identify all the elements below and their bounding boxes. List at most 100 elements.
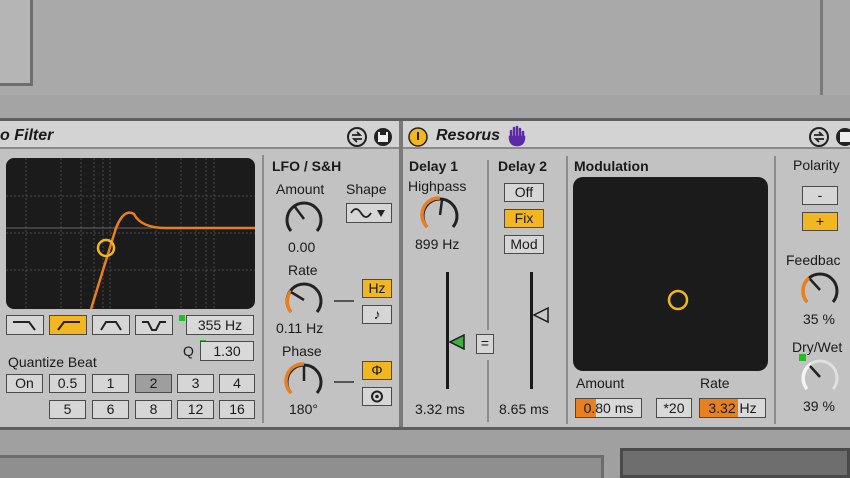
polarity-plus-button[interactable]: +: [802, 212, 838, 231]
spin-icon: [371, 390, 383, 403]
note-icon: ♪: [373, 306, 381, 322]
arrangement-divider: [820, 0, 823, 95]
delay2-time-slider[interactable]: [530, 272, 533, 389]
device-separator: [399, 121, 403, 427]
lfo-rate-label: Rate: [288, 262, 318, 278]
device-power-icon[interactable]: [407, 126, 429, 148]
save-preset-icon[interactable]: [372, 126, 394, 148]
drywet-knob[interactable]: [798, 356, 842, 396]
bandpass-icon: [100, 321, 122, 331]
mod-rate-unit: Hz: [739, 400, 757, 416]
delay2-mod-button[interactable]: Mod: [504, 235, 544, 254]
delay2-fix-button[interactable]: Fix: [504, 209, 544, 228]
lower-clip-view: [620, 448, 850, 478]
drywet-label: Dry/Wet: [792, 339, 843, 355]
highpass-icon: [57, 321, 80, 331]
quantize-beat-label: Quantize Beat: [8, 354, 97, 370]
auto-filter-title-bar[interactable]: [0, 121, 399, 149]
delay1-time-slider[interactable]: [446, 272, 449, 389]
lfo-shape-dropdown[interactable]: [346, 203, 392, 223]
modulation-heading: Modulation: [574, 158, 649, 174]
delay2-heading: Delay 2: [498, 158, 548, 174]
delay-divider-bottom: [487, 360, 489, 422]
section-divider: [262, 155, 264, 423]
quantize-8-button[interactable]: 8: [135, 400, 172, 419]
highpass-label: Highpass: [408, 178, 467, 194]
highpass-knob[interactable]: [418, 194, 462, 234]
sine-wave-icon: [350, 208, 385, 218]
auto-filter-title: o Filter: [0, 127, 54, 144]
filter-type-highpass[interactable]: [49, 315, 87, 335]
mod-amount-label: Amount: [576, 375, 625, 391]
arrangement-track-header: [0, 0, 33, 86]
lfo-phase-label: Phase: [282, 343, 322, 359]
frequency-field[interactable]: 355 Hz: [186, 315, 254, 335]
mod-rate-field[interactable]: 3.32 Hz: [699, 398, 766, 418]
lower-slot: [0, 455, 604, 478]
arrangement-area: [0, 0, 850, 95]
feedback-value: 35 %: [803, 311, 835, 327]
polarity-divider: [774, 156, 776, 424]
lfo-shape-label: Shape: [346, 181, 387, 197]
quantize-3-button[interactable]: 3: [177, 374, 214, 393]
quantize-2-button[interactable]: 2: [135, 374, 172, 393]
lfo-sync-button[interactable]: ♪: [362, 305, 392, 324]
drywet-value: 39 %: [803, 398, 835, 414]
lfo-phase-value: 180°: [289, 401, 318, 417]
modulation-xy-pad[interactable]: [573, 177, 768, 371]
filter-type-bandpass[interactable]: [92, 315, 130, 335]
freq-mod-indicator: [179, 315, 185, 321]
delay2-off-button[interactable]: Off: [504, 183, 544, 202]
filter-type-lowpass[interactable]: [6, 315, 44, 335]
save-preset-icon-2[interactable]: [834, 126, 850, 148]
quantize-12-button[interactable]: 12: [177, 400, 214, 419]
mod-amount-field[interactable]: 0.80 ms: [575, 398, 642, 418]
lfo-rate-value: 0.11 Hz: [276, 320, 324, 336]
quantize-4-button[interactable]: 4: [219, 374, 255, 393]
hot-swap-icon[interactable]: [346, 126, 368, 148]
quantize-5-button[interactable]: 5: [49, 400, 86, 419]
delay2-slider-handle[interactable]: [532, 307, 550, 323]
lfo-spin-button[interactable]: [362, 387, 392, 406]
quantize-1-button[interactable]: 1: [92, 374, 129, 393]
polarity-label: Polarity: [793, 157, 840, 173]
max-device-hand-icon: [508, 125, 526, 147]
quantize-0-5-button[interactable]: 0.5: [49, 374, 86, 393]
filter-display[interactable]: [6, 158, 255, 309]
delay1-heading: Delay 1: [409, 158, 459, 174]
mod-amount-value: 0.80 ms: [583, 400, 634, 416]
notch-icon: [142, 321, 166, 331]
delay1-slider-handle[interactable]: [448, 334, 466, 350]
quantize-on-button[interactable]: On: [6, 374, 43, 393]
lfo-phase-knob[interactable]: [282, 360, 326, 400]
q-label: Q: [183, 343, 194, 359]
hot-swap-icon-2[interactable]: [808, 126, 830, 148]
resorus-title: Resorus: [436, 127, 501, 144]
lfo-rate-knob[interactable]: [282, 279, 326, 319]
lfo-amount-knob[interactable]: [282, 198, 326, 238]
rate-link-line: [334, 300, 354, 302]
lowpass-icon: [13, 321, 36, 331]
q-field[interactable]: 1.30: [200, 341, 254, 361]
highpass-value: 899 Hz: [415, 236, 460, 252]
filter-type-notch[interactable]: [135, 315, 173, 335]
lfo-amount-value: 0.00: [288, 239, 316, 255]
lfo-hz-button[interactable]: Hz: [362, 279, 392, 298]
lfo-phase-button[interactable]: Φ: [362, 361, 392, 380]
quantize-16-button[interactable]: 16: [219, 400, 255, 419]
lfo-heading: LFO / S&H: [272, 158, 342, 174]
delay1-time-value: 3.32 ms: [415, 401, 465, 417]
mod-rate-value: 3.32: [708, 400, 736, 416]
polarity-minus-button[interactable]: -: [802, 186, 838, 205]
lfo-amount-label: Amount: [276, 181, 325, 197]
delay-link-button[interactable]: =: [476, 334, 494, 354]
feedback-label: Feedbac: [786, 252, 841, 268]
feedback-knob[interactable]: [798, 269, 842, 309]
mod-rate-label: Rate: [700, 375, 730, 391]
phase-link-line: [334, 381, 354, 383]
delay2-time-value: 8.65 ms: [499, 401, 549, 417]
delay-divider-top: [487, 160, 489, 330]
quantize-6-button[interactable]: 6: [92, 400, 129, 419]
mod-rate-multiplier[interactable]: *20: [656, 398, 692, 418]
modulation-divider: [566, 156, 568, 424]
